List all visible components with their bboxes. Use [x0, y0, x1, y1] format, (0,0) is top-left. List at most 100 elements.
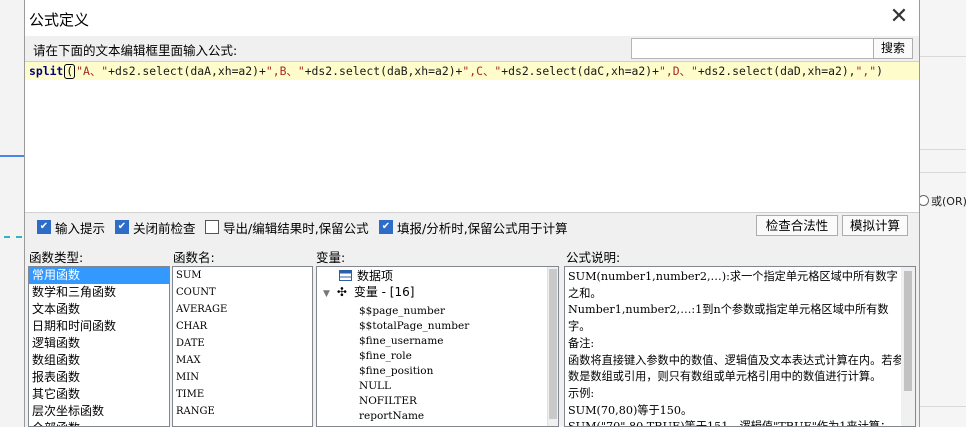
formula-token: ",D、" [658, 64, 698, 78]
chevron-down-icon[interactable]: ▼ [323, 286, 333, 302]
description-scrollbar[interactable] [901, 267, 915, 426]
description-line: 函数将直接键入参数中的数值、逻辑值及文本表达式计算在内。若参数是数组或引用，则只… [568, 353, 904, 384]
category-item[interactable]: 逻辑函数 [29, 335, 169, 352]
background-divider [919, 56, 966, 57]
dialog-title: 公式定义 [29, 11, 90, 29]
background-or-label: 或(OR) [931, 195, 966, 208]
formula-token: ) [876, 64, 883, 78]
input-hint-label: 输入提示 [55, 220, 106, 236]
function-label: 函数名: [173, 250, 215, 265]
checkbox-checked-icon[interactable]: ✔ [379, 220, 393, 234]
description-line: 备注: [568, 336, 595, 350]
formula-token: "," [855, 64, 877, 78]
search-button[interactable]: 搜索 [873, 38, 913, 59]
variable-item[interactable]: $fine_position [359, 363, 433, 379]
search-input[interactable] [631, 38, 879, 59]
cursor-paren: ( [64, 64, 76, 79]
formula-editor[interactable]: split("A、"+ds2.select(daA,xh=a2)+",B、"+d… [25, 61, 919, 213]
checkbox-unchecked-icon[interactable] [205, 220, 219, 234]
variable-scrollbar[interactable] [547, 267, 558, 426]
keep-on-export-option[interactable]: 导出/编辑结果时,保留公式 [205, 219, 369, 236]
keep-on-fill-option[interactable]: ✔ 填报/分析时,保留公式用于计算 [379, 219, 568, 236]
validate-button[interactable]: 检查合法性 [756, 215, 838, 236]
category-label: 函数类型: [29, 250, 84, 265]
formula-token: +ds2.select(daC,xh=a2)+ [501, 64, 659, 78]
formula-token: ",B、" [265, 64, 305, 78]
function-item[interactable]: DATE [173, 335, 312, 352]
variable-icon: ✣ [336, 285, 347, 299]
variable-item[interactable]: NOFILTER [359, 393, 417, 409]
description-panel: SUM(number1,number2,…):求一个指定单元格区域中所有数字之和… [564, 266, 916, 427]
keep-on-export-label: 导出/编辑结果时,保留公式 [223, 220, 369, 236]
scrollbar-thumb[interactable] [904, 271, 912, 391]
var-group-label: 变量 - [16] [353, 285, 415, 299]
category-item[interactable]: 层次坐标函数 [29, 403, 169, 420]
tree-var-group[interactable]: ▼ ✣ 变量 - [16] [323, 284, 414, 300]
description-line: SUM(number1,number2,…):求一个指定单元格区域中所有数字之和… [568, 270, 898, 300]
editor-prompt: 请在下面的文本编辑框里面输入公式: [33, 43, 238, 58]
description-text: SUM(number1,number2,…):求一个指定单元格区域中所有数字之和… [568, 269, 908, 426]
formula-token: +ds2.select(daB,xh=a2)+ [304, 64, 463, 78]
formula-token: split [29, 64, 64, 78]
variable-item[interactable]: $fine_role [359, 348, 412, 364]
simulate-button[interactable]: 模拟计算 [842, 215, 908, 236]
background-divider [919, 172, 966, 173]
table-icon [339, 270, 352, 281]
description-label: 公式说明: [566, 250, 621, 265]
category-item[interactable]: 日期和时间函数 [29, 318, 169, 335]
category-item[interactable]: 文本函数 [29, 301, 169, 318]
checkbox-checked-icon[interactable]: ✔ [37, 220, 51, 234]
description-line: Number1,number2,…:1到n个参数或指定单元格区域中所有数字。 [568, 303, 889, 334]
variable-label: 变量: [316, 250, 346, 265]
formula-code[interactable]: split("A、"+ds2.select(daA,xh=a2)+",B、"+d… [29, 63, 883, 79]
input-hint-option[interactable]: ✔ 输入提示 [37, 219, 106, 236]
function-item[interactable]: COUNT [173, 284, 312, 301]
variable-item[interactable]: $fine_username [359, 333, 444, 349]
variable-item[interactable]: reportName [359, 408, 424, 424]
formula-token: "A、" [76, 64, 109, 78]
variable-item[interactable]: $$page_number [359, 303, 445, 319]
function-item[interactable]: MIN [173, 369, 312, 386]
category-item[interactable]: 数学和三角函数 [29, 284, 169, 301]
function-item[interactable]: SUM [173, 267, 312, 284]
background-divider [919, 406, 966, 407]
variable-item[interactable]: NULL [359, 378, 391, 394]
function-item[interactable]: AVERAGE [173, 301, 312, 318]
category-item[interactable]: 其它函数 [29, 386, 169, 403]
function-item[interactable]: CHAR [173, 318, 312, 335]
category-items: 常用函数 数学和三角函数 文本函数 日期和时间函数 逻辑函数 数组函数 报表函数 其它函数 层次… [29, 267, 169, 426]
function-item[interactable]: MAX [173, 352, 312, 369]
variable-tree[interactable]: 数据项 ▼ ✣ 变量 - [16] $$page_number $$totalPag… [316, 266, 559, 427]
check-on-close-label: 关闭前检查 [133, 220, 196, 236]
function-item[interactable]: TIME [173, 386, 312, 403]
function-item[interactable]: RANGE [173, 403, 312, 420]
category-item[interactable]: 常用函数 [29, 267, 169, 284]
formula-token: +ds2.select(daD,xh=a2), [697, 64, 856, 78]
formula-dialog: 公式定义 ✕ 请在下面的文本编辑框里面输入公式: 搜索 split("A、"+d… [24, 0, 920, 427]
background-window-right [918, 0, 966, 427]
background-dashed-line [4, 236, 22, 238]
category-list[interactable]: 常用函数 数学和三角函数 文本函数 日期和时间函数 逻辑函数 数组函数 报表函数 其它函数 层次… [28, 266, 170, 427]
checkbox-checked-icon[interactable]: ✔ [115, 220, 129, 234]
data-item-label: 数据项 [357, 269, 394, 283]
function-items: SUM COUNT AVERAGE CHAR DATE MAX MIN TIME RANGE [173, 267, 312, 420]
function-list[interactable]: SUM COUNT AVERAGE CHAR DATE MAX MIN TIME RANGE [172, 266, 313, 427]
tree-data-item[interactable]: 数据项 [339, 268, 393, 284]
scrollbar-thumb[interactable] [549, 269, 557, 419]
variable-item[interactable]: formletName [359, 423, 430, 426]
description-line: SUM(70,80)等于150。 [568, 403, 693, 417]
background-or-radio[interactable]: 或(OR) [918, 193, 966, 209]
description-line: 示例: [568, 386, 595, 400]
variable-item[interactable]: $$totalPage_number [359, 318, 469, 334]
keep-on-fill-label: 填报/分析时,保留公式用于计算 [397, 220, 568, 236]
background-divider [919, 149, 966, 150]
formula-token: +ds2.select(daA,xh=a2)+ [108, 64, 266, 78]
formula-token: ",C、" [462, 64, 502, 78]
category-item[interactable]: 数组函数 [29, 352, 169, 369]
category-item[interactable]: 全部函数 [29, 420, 169, 426]
category-item[interactable]: 报表函数 [29, 369, 169, 386]
check-on-close-option[interactable]: ✔ 关闭前检查 [115, 219, 196, 236]
background-accent-bar [0, 155, 24, 157]
close-icon[interactable]: ✕ [887, 4, 911, 30]
background-window-left [0, 0, 25, 427]
